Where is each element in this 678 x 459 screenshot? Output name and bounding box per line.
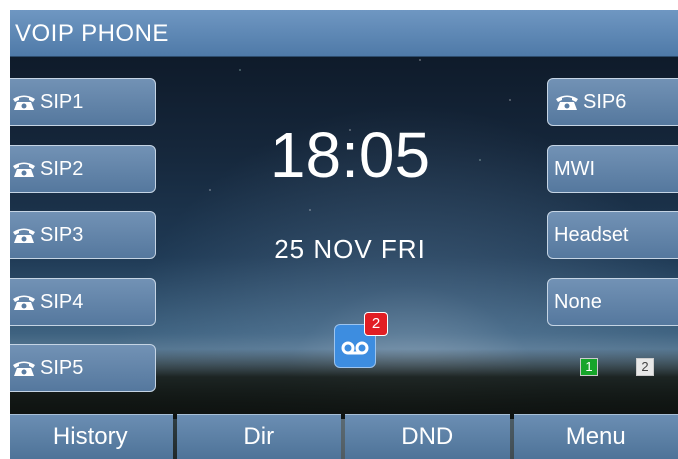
line-key-headset[interactable]: Headset [547,211,678,259]
line-key-label: None [554,290,602,313]
line-key-label: SIP4 [40,290,84,313]
line-key-label: SIP3 [40,223,84,246]
phone-icon [13,95,35,110]
account-indicator-2: 2 [636,358,654,376]
line-key-sip5[interactable]: SIP5 [10,344,156,392]
softkey-dir[interactable]: Dir [176,414,341,459]
phone-icon [13,295,35,310]
title-bar: VOIP PHONE [10,10,678,57]
softkey-bar: History Dir DND Menu [10,414,678,459]
line-key-sip2[interactable]: SIP2 [10,145,156,193]
line-key-sip4[interactable]: SIP4 [10,278,156,326]
phone-icon [13,361,35,376]
line-key-label: SIP2 [40,157,84,180]
phone-icon [13,228,35,243]
voicemail-count-badge: 2 [364,312,388,336]
line-key-none[interactable]: None [547,278,678,326]
account-indicator-1: 1 [580,358,598,376]
line-key-label: MWI [554,157,596,180]
phone-icon [556,95,578,110]
line-key-sip1[interactable]: SIP1 [10,78,156,126]
phone-screen: VOIP PHONE SIP1 SIP2 SIP3 SIP4 SIP5 SIP6… [10,10,678,459]
line-key-label: SIP6 [583,90,627,113]
softkey-dnd[interactable]: DND [345,414,510,459]
softkey-menu[interactable]: Menu [513,414,678,459]
line-key-label: Headset [554,223,629,246]
line-key-sip3[interactable]: SIP3 [10,211,156,259]
clock-date: 25 NOV FRI [274,234,426,264]
line-key-label: SIP5 [40,356,84,379]
line-key-mwi[interactable]: MWI [547,145,678,193]
app-title: VOIP PHONE [15,20,169,47]
softkey-history[interactable]: History [10,414,173,459]
phone-icon [13,162,35,177]
clock-time: 18:05 [269,119,431,191]
line-key-sip6[interactable]: SIP6 [547,78,678,126]
line-key-label: SIP1 [40,90,84,113]
